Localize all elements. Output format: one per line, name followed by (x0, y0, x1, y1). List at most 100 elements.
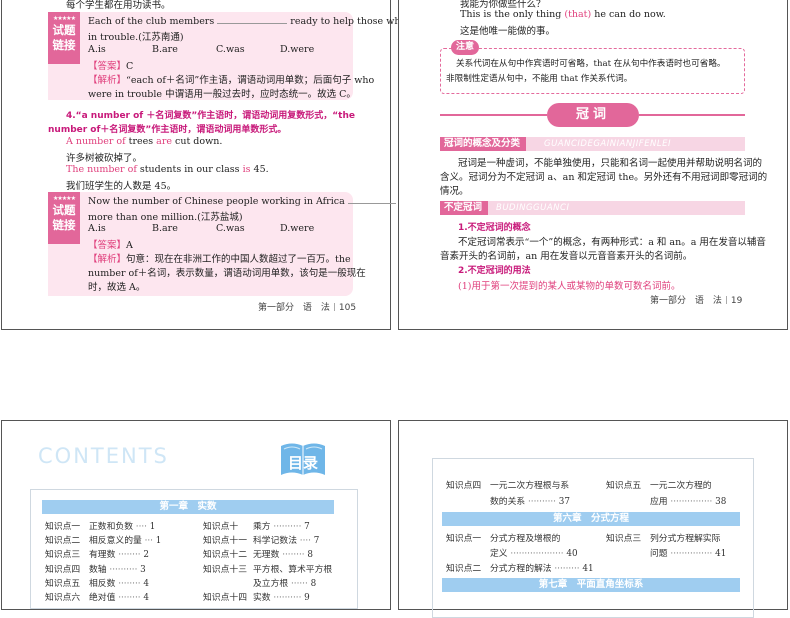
explanation-2-l3: 时，故选 A。 (88, 282, 146, 293)
tag-text: 链接 (52, 38, 76, 52)
toc-item-cont[interactable]: 数的关系 ·········· 37 (490, 494, 570, 507)
footer-part: 第一部分 (650, 296, 687, 306)
question-1: Each of the club members ready to help t… (88, 16, 433, 27)
toc-title: 应用 (650, 497, 668, 507)
top-sentence: 每个学生都在用功读书。 (66, 0, 171, 11)
toc-leader: ········ (115, 550, 144, 561)
toc-item[interactable]: 知识点二 分式方程的解法 ········· 41 (446, 561, 594, 574)
section-bar-2: 不定冠词 BUDINGGUANCI (440, 201, 745, 215)
explanation-text: 句意：现在在非洲工作的中国人数超过了一百万。the (126, 254, 351, 265)
toc-leader: ·········· (106, 564, 141, 575)
answer-blank (217, 16, 288, 24)
explanation-text: “each of＋名词”作主语，谓语动词用单数；后面句子 who (126, 75, 375, 86)
explanation-2-l2: number of＋名词，表示数量，谓语动词用单数，该句是一般现在 (88, 268, 366, 279)
toc-title: 实数 (253, 593, 271, 603)
chapter-1-bar: 第一章 实数 (42, 500, 334, 514)
toc-title: 数的关系 (490, 497, 526, 507)
toc-item[interactable]: 知识点二 相反意义的量 ··· 1 (45, 533, 161, 546)
toc-page: 8 (307, 550, 313, 561)
toc-page: 9 (304, 593, 310, 603)
page-footer-1: 第一部分 语 法 105 (258, 300, 356, 313)
toc-kp: 知识点一 (45, 522, 81, 532)
toc-title: 相反意义的量 (89, 536, 142, 547)
toc-page: 38 (715, 497, 727, 507)
heading-1: 1.不定冠词的概念 (458, 223, 531, 233)
question-2: Now the number of Chinese people working… (88, 196, 396, 207)
toc-item[interactable]: 知识点三 有理数 ········ 2 (45, 547, 149, 560)
toc-kp: 知识点二 (45, 536, 81, 547)
section-pinyin: BUDINGGUANCI (496, 203, 570, 213)
answer-value: C (126, 61, 134, 72)
choice-a: A.is (88, 223, 106, 234)
question-text: Now the number of Chinese people working… (88, 196, 345, 207)
toc-title: 列分式方程解实际 (650, 534, 721, 544)
page-number: 105 (338, 303, 357, 313)
toc-item[interactable]: 知识点十四 实数 ·········· 9 (203, 590, 310, 603)
toc-kp: 知识点十一 (203, 536, 247, 547)
toc-page: 4 (143, 578, 149, 589)
toc-page: 37 (558, 497, 570, 507)
toc-item[interactable]: 知识点五 相反数 ········ 4 (45, 576, 149, 589)
toc-item[interactable]: 知识点六 绝对值 ········ 4 (45, 590, 149, 603)
toc-title: 定义 (490, 549, 508, 559)
toc-title: 乘方 (253, 522, 271, 532)
explanation-label: 【解析】 (88, 254, 127, 265)
choice-b: B.are (152, 44, 178, 55)
section-title: 冠词 (547, 103, 639, 127)
toc-item[interactable]: 知识点一 分式方程及增根的 (446, 531, 560, 544)
toc-title: 一元二次方程的 (650, 481, 712, 491)
toc-kp: 知识点三 (45, 550, 81, 561)
toc-kp: 知识点三 (606, 534, 642, 544)
toc-page: 3 (140, 564, 146, 575)
toc-item[interactable]: 知识点十二 无理数 ········ 8 (203, 547, 313, 560)
example-sentence-1: A number of trees are cut down. (66, 136, 222, 147)
exercise-tag-2: ★★★★★ 试题 链接 (48, 192, 80, 244)
toc-item[interactable]: 知识点十一 科学记数法 ···· 7 (203, 533, 319, 546)
top-sentence-zh-2: 这是他唯一能做的事。 (460, 26, 556, 37)
toc-kp: 知识点六 (45, 593, 81, 603)
note-line-1: 关系代词在从句中作宾语时可省略，that 在从句中作表语时也可省略。 (456, 59, 726, 69)
toc-leader: ·········· (270, 593, 305, 603)
toc-item-cont[interactable]: 问题 ··············· 41 (650, 546, 726, 559)
para-2-l1: 不定冠词常表示“一个”的概念，有两种形式：a 和 an。a 用在发音以辅音 (458, 237, 766, 248)
toc-item[interactable]: 及立方根 ······ 8 (203, 576, 316, 589)
highlight-text: The number of (66, 164, 137, 175)
toc-item[interactable]: 知识点三 列分式方程解实际 (606, 531, 720, 544)
toc-item[interactable]: 知识点四 一元二次方程根与系 (446, 478, 569, 491)
sentence-text: cut down. (172, 136, 223, 147)
toc-title: 数轴 (89, 564, 107, 575)
para-1-l1: 冠词是一种虚词，不能单独使用，只能和名词一起使用并帮助说明名词的 (458, 158, 763, 169)
toc-page: 1 (155, 536, 162, 547)
highlight-text: is (242, 164, 251, 175)
toc-kp: 知识点十四 (203, 593, 247, 603)
toc-leader: ·········· (270, 522, 305, 532)
toc-kp: 知识点一 (446, 534, 482, 544)
sentence-text: he can do now. (591, 9, 666, 20)
toc-item[interactable]: 知识点一 正数和负数 ···· 1 (45, 519, 155, 532)
toc-leader: ···· (133, 522, 150, 532)
toc-page: 2 (143, 550, 149, 561)
section-bar-1: 冠词的概念及分类 GUANCIDEGAINIANJIFENLEI (440, 137, 745, 151)
example-sentence-2: The number of students in our class is 4… (66, 164, 269, 175)
stars-icon: ★★★★★ (53, 195, 76, 202)
toc-item[interactable]: 知识点十三 平方根、算术平方根 (203, 562, 332, 575)
stars-icon: ★★★★★ (53, 15, 76, 22)
toc-page: 41 (715, 549, 727, 559)
toc-item-cont[interactable]: 定义 ··················· 40 (490, 546, 578, 559)
section-label: 不定冠词 (440, 201, 489, 215)
toc-item[interactable]: 知识点五 一元二次方程的 (606, 478, 712, 491)
answer-label: 【答案】 (88, 61, 127, 72)
chapter-7-bar: 第七章 平面直角坐标系 (442, 578, 740, 592)
toc-page: 7 (304, 522, 310, 532)
question-text: Each of the club members (88, 16, 215, 27)
toc-item-cont[interactable]: 应用 ··············· 38 (650, 494, 726, 507)
para-1-l2: 含义。冠词分为不定冠词 a、an 和定冠词 the。另外还有不用冠词即零冠词的 (440, 172, 768, 183)
question-2-line2: more than one million.(江苏盐城) (88, 212, 243, 223)
sentence-text: This is the only thing (460, 9, 565, 20)
toc-item[interactable]: 知识点十 乘方 ·········· 7 (203, 519, 310, 532)
highlight-text: are (156, 136, 172, 147)
toc-item[interactable]: 知识点四 数轴 ·········· 3 (45, 562, 146, 575)
footer-section: 语 法 (302, 303, 330, 313)
choice-c: C.was (216, 223, 245, 234)
choice-c: C.was (216, 44, 245, 55)
